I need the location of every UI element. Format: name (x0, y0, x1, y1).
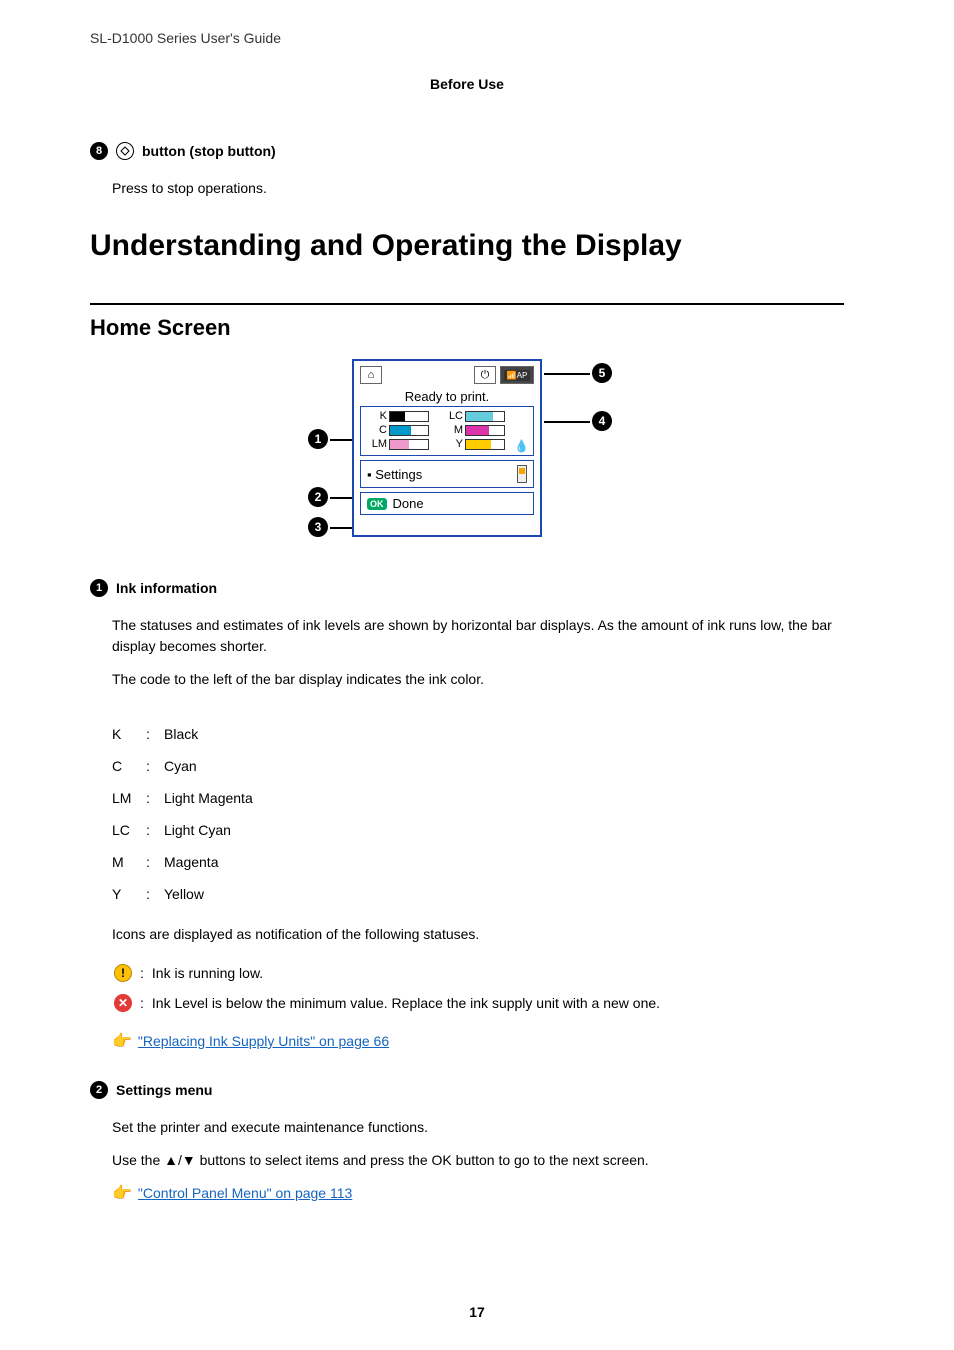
ink-area: K LC C M LM Y 💧 (360, 406, 534, 456)
done-row: OK Done (360, 492, 534, 515)
heading-divider (90, 303, 844, 305)
callout-5: 5 (592, 363, 612, 383)
table-row: C:Cyan (112, 750, 261, 782)
callout-number-8: 8 (90, 142, 108, 160)
ink-m: M (443, 424, 463, 436)
home-icon: ⌂ (360, 366, 382, 384)
ink-lm: LM (367, 438, 387, 450)
item2-title: Settings menu (116, 1082, 212, 1098)
page-number: 17 (0, 1304, 954, 1320)
stop-button-icon (116, 142, 134, 160)
callout-4: 4 (592, 411, 612, 431)
arrow-buttons: ▲/▼ (164, 1152, 196, 1168)
callout-number-1: 1 (90, 579, 108, 597)
callout-number-2: 2 (90, 1081, 108, 1099)
ink-color-table: K:Black C:Cyan LM:Light Magenta LC:Light… (112, 718, 261, 910)
ink-c: C (367, 424, 387, 436)
status-icon-table: ! : Ink is running low. ✕ : Ink Level is… (112, 957, 668, 1019)
item1-p3: Icons are displayed as notification of t… (112, 924, 844, 945)
warning-icon: ! (114, 964, 132, 982)
ink-lc: LC (443, 410, 463, 422)
ink-y: Y (443, 438, 463, 450)
link-control-panel-menu[interactable]: "Control Panel Menu" on page 113 (138, 1185, 352, 1201)
ok-button-text: OK (432, 1152, 452, 1168)
table-row: LC:Light Cyan (112, 814, 261, 846)
done-label: Done (393, 496, 424, 511)
home-screen-diagram: 1 2 3 5 4 ⌂ ⏻ 📶AP Ready to print. K LC (312, 359, 622, 549)
reference-hand-icon: 👉 (112, 1183, 132, 1203)
wifi-ap-icon: 📶AP (500, 366, 534, 384)
item1-title: Ink information (116, 580, 217, 596)
item8-desc: Press to stop operations. (112, 178, 844, 199)
settings-label: Settings (375, 467, 422, 482)
subheading-home-screen: Home Screen (90, 315, 844, 341)
item1-p1: The statuses and estimates of ink levels… (112, 615, 844, 657)
main-heading: Understanding and Operating the Display (90, 229, 844, 263)
link-replacing-ink[interactable]: "Replacing Ink Supply Units" on page 66 (138, 1033, 389, 1049)
item2-p1: Set the printer and execute maintenance … (112, 1117, 844, 1138)
item2-p2: Use the ▲/▼ buttons to select items and … (112, 1150, 844, 1171)
maintenance-box-icon: 💧 (514, 439, 529, 453)
error-icon: ✕ (114, 994, 132, 1012)
reference-hand-icon: 👉 (112, 1031, 132, 1051)
table-row: LM:Light Magenta (112, 782, 261, 814)
ok-badge: OK (367, 498, 387, 510)
printer-screen: ⌂ ⏻ 📶AP Ready to print. K LC C M LM Y (352, 359, 542, 537)
callout-3: 3 (308, 517, 328, 537)
item1-p2: The code to the left of the bar display … (112, 669, 844, 690)
table-row: K:Black (112, 718, 261, 750)
callout-2: 2 (308, 487, 328, 507)
status-text: Ready to print. (360, 389, 534, 406)
guide-title: SL-D1000 Series User's Guide (90, 30, 844, 46)
table-row: ! : Ink is running low. (114, 959, 666, 987)
table-row: M:Magenta (112, 846, 261, 878)
table-row: Y:Yellow (112, 878, 261, 910)
power-icon: ⏻ (474, 366, 496, 384)
scroll-indicator-icon (517, 465, 527, 483)
section-header: Before Use (90, 76, 844, 92)
ink-k: K (367, 410, 387, 422)
settings-row: ▪ Settings (360, 460, 534, 488)
table-row: ✕ : Ink Level is below the minimum value… (114, 989, 666, 1017)
callout-1: 1 (308, 429, 328, 449)
item8-title: button (stop button) (142, 143, 276, 159)
